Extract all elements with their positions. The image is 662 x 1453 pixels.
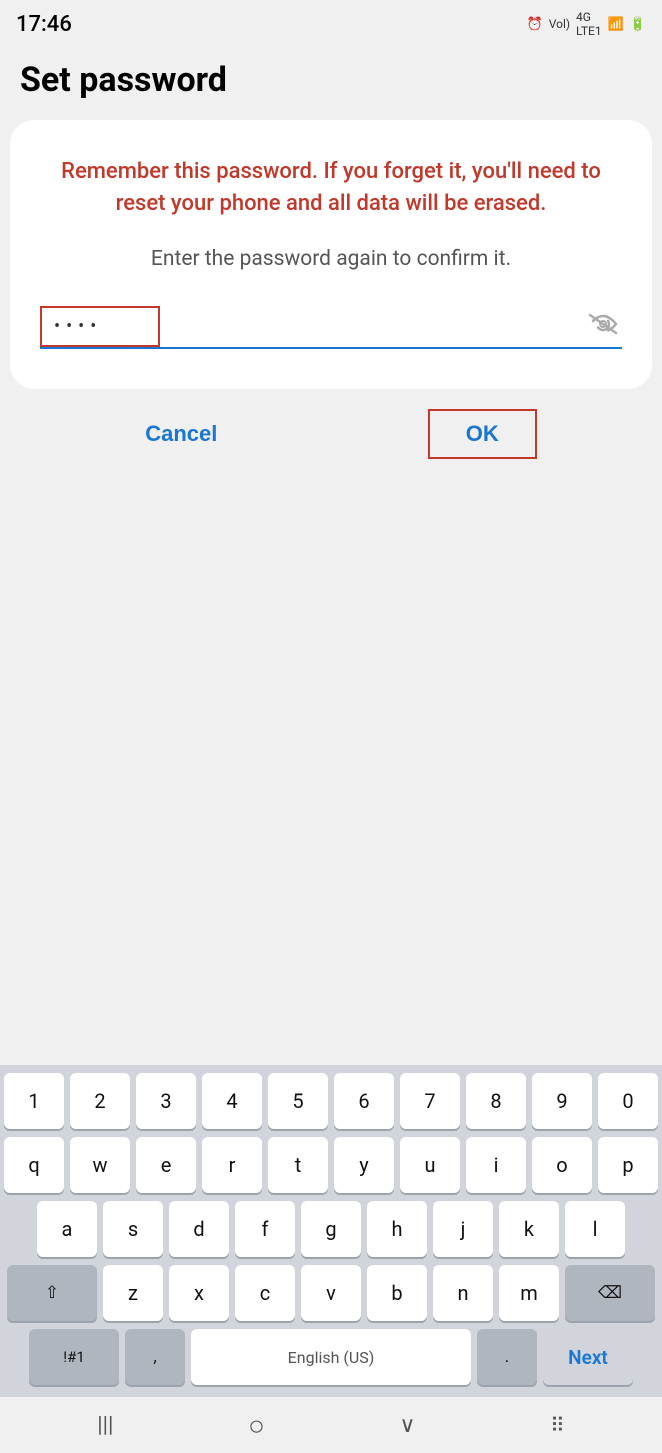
key-4[interactable]: 4 — [202, 1073, 262, 1129]
keyboard-row-q: q w e r t y u i o p — [4, 1137, 658, 1193]
key-u[interactable]: u — [400, 1137, 460, 1193]
key-n[interactable]: n — [433, 1265, 493, 1321]
key-c[interactable]: c — [235, 1265, 295, 1321]
status-time: 17:46 — [16, 12, 72, 37]
back-nav-icon[interactable]: ||| — [97, 1413, 113, 1438]
key-w[interactable]: w — [70, 1137, 130, 1193]
navigation-bar: ||| ○ ∨ ⠿ — [0, 1397, 662, 1453]
keyboard: 1 2 3 4 5 6 7 8 9 0 q w e r t y u i o p … — [0, 1065, 662, 1397]
battery-icon: 🔋 — [630, 17, 646, 32]
page-title: Set password — [0, 48, 662, 120]
volume-icon: Vol) — [549, 17, 570, 31]
key-a[interactable]: a — [37, 1201, 97, 1257]
key-t[interactable]: t — [268, 1137, 328, 1193]
toggle-visibility-icon[interactable] — [588, 313, 622, 341]
key-8[interactable]: 8 — [466, 1073, 526, 1129]
apps-nav-icon[interactable]: ⠿ — [550, 1413, 565, 1437]
password-input-box[interactable]: •••• — [40, 306, 160, 347]
key-i[interactable]: i — [466, 1137, 526, 1193]
ok-button[interactable]: OK — [428, 409, 537, 459]
keyboard-number-row: 1 2 3 4 5 6 7 8 9 0 — [4, 1073, 658, 1129]
key-b[interactable]: b — [367, 1265, 427, 1321]
keyboard-row-z: ⇧ z x c v b n m ⌫ — [4, 1265, 658, 1321]
key-s[interactable]: s — [103, 1201, 163, 1257]
key-j[interactable]: j — [433, 1201, 493, 1257]
key-h[interactable]: h — [367, 1201, 427, 1257]
status-icons: ⏰ Vol) 4GLTE1 📶 🔋 — [527, 10, 646, 38]
shift-key[interactable]: ⇧ — [7, 1265, 97, 1321]
key-9[interactable]: 9 — [532, 1073, 592, 1129]
home-nav-icon[interactable]: ○ — [248, 1409, 265, 1442]
alarm-icon: ⏰ — [527, 17, 543, 32]
delete-key[interactable]: ⌫ — [565, 1265, 655, 1321]
lte-icon: 4GLTE1 — [576, 10, 602, 38]
status-bar: 17:46 ⏰ Vol) 4GLTE1 📶 🔋 — [0, 0, 662, 48]
key-7[interactable]: 7 — [400, 1073, 460, 1129]
key-v[interactable]: v — [301, 1265, 361, 1321]
card: Remember this password. If you forget it… — [10, 120, 652, 389]
instruction-text: Enter the password again to confirm it. — [40, 244, 622, 274]
symbols-key[interactable]: !#1 — [29, 1329, 119, 1385]
keyboard-row-bottom: !#1 , English (US) . Next — [4, 1329, 658, 1385]
key-y[interactable]: y — [334, 1137, 394, 1193]
password-dots: •••• — [54, 316, 102, 337]
key-g[interactable]: g — [301, 1201, 361, 1257]
key-k[interactable]: k — [499, 1201, 559, 1257]
cancel-button[interactable]: Cancel — [125, 411, 237, 457]
key-e[interactable]: e — [136, 1137, 196, 1193]
key-q[interactable]: q — [4, 1137, 64, 1193]
next-key[interactable]: Next — [543, 1329, 633, 1385]
key-0[interactable]: 0 — [598, 1073, 658, 1129]
key-3[interactable]: 3 — [136, 1073, 196, 1129]
key-l[interactable]: l — [565, 1201, 625, 1257]
key-2[interactable]: 2 — [70, 1073, 130, 1129]
recent-nav-icon[interactable]: ∨ — [399, 1413, 415, 1438]
warning-text: Remember this password. If you forget it… — [40, 156, 622, 220]
space-key[interactable]: English (US) — [191, 1329, 471, 1385]
key-z[interactable]: z — [103, 1265, 163, 1321]
period-key[interactable]: . — [477, 1329, 537, 1385]
keyboard-row-a: a s d f g h j k l — [4, 1201, 658, 1257]
key-6[interactable]: 6 — [334, 1073, 394, 1129]
key-f[interactable]: f — [235, 1201, 295, 1257]
comma-key[interactable]: , — [125, 1329, 185, 1385]
key-d[interactable]: d — [169, 1201, 229, 1257]
key-p[interactable]: p — [598, 1137, 658, 1193]
key-5[interactable]: 5 — [268, 1073, 328, 1129]
key-r[interactable]: r — [202, 1137, 262, 1193]
key-1[interactable]: 1 — [4, 1073, 64, 1129]
key-m[interactable]: m — [499, 1265, 559, 1321]
key-x[interactable]: x — [169, 1265, 229, 1321]
password-field-wrapper[interactable]: •••• — [40, 306, 622, 349]
buttons-row: Cancel OK — [0, 389, 662, 479]
signal-icon: 📶 — [608, 17, 624, 32]
key-o[interactable]: o — [532, 1137, 592, 1193]
